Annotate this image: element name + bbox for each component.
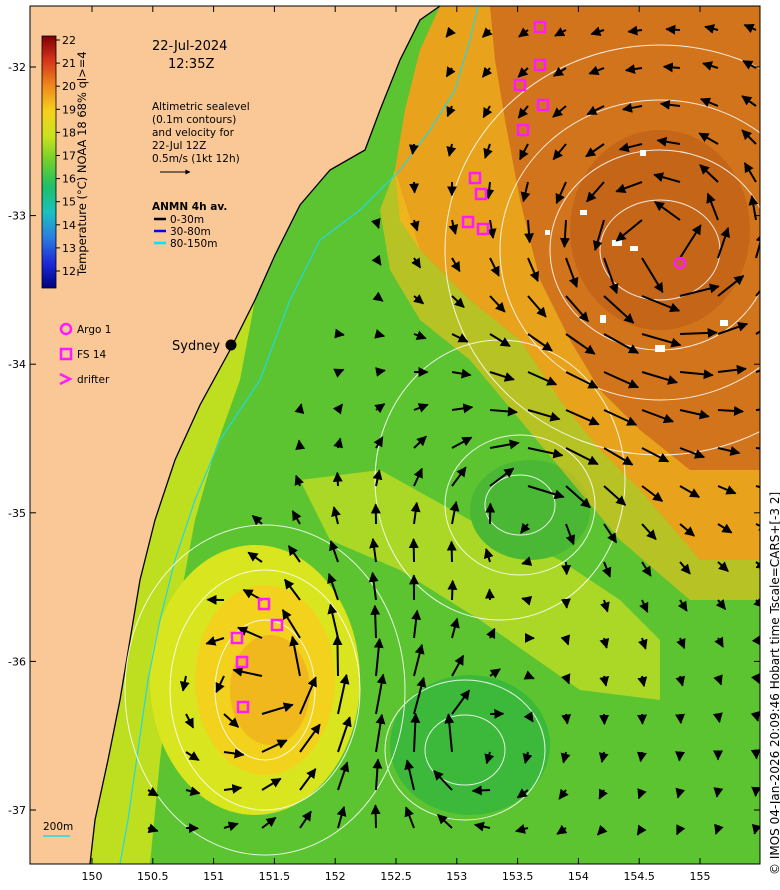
colorbar-label: Temperature (°C) NOAA 18 68% ql>=4 <box>75 51 89 277</box>
anmn-label-2: 80-150m <box>170 238 217 250</box>
velocity-arrow <box>750 749 760 760</box>
altimetry-note-2: (0.1m contours) <box>152 114 236 126</box>
velocity-arrow <box>636 751 647 763</box>
x-tick-label: 151 <box>203 870 224 883</box>
altimetry-note-1: Altimetric sealevel <box>152 101 250 113</box>
x-tick-label: 153.5 <box>502 870 534 883</box>
legend-argo: Argo 1 <box>77 324 111 336</box>
velocity-arrow <box>662 62 681 73</box>
sydney-label: Sydney <box>172 339 220 354</box>
velocity-arrow <box>332 635 343 677</box>
colorbar-tick-label: 12 <box>62 265 76 278</box>
x-tick-label: 154 <box>568 870 589 883</box>
altimetry-note-4: 22-Jul 12Z <box>152 140 206 152</box>
velocity-arrow <box>409 181 420 194</box>
velocity-arrow <box>637 713 648 725</box>
velocity-arrow <box>561 713 572 725</box>
y-tick-label: -32 <box>8 61 26 74</box>
sst-map: Sydney 22-Jul-2024 12:35Z Altimetric sea… <box>8 5 761 883</box>
velocity-arrow <box>679 327 718 338</box>
y-tick-label: -36 <box>8 655 26 668</box>
velocity-arrow <box>713 787 724 798</box>
y-tick-label: -33 <box>8 210 26 223</box>
colorbar-tick-label: 15 <box>62 196 76 209</box>
velocity-arrow <box>471 785 491 796</box>
velocity-arrow <box>294 403 305 415</box>
velocity-arrow <box>675 751 686 762</box>
altimetry-note-3: and velocity for <box>152 127 235 139</box>
x-tick-label: 152 <box>325 870 346 883</box>
y-tick-label: -35 <box>8 507 26 520</box>
y-tick-label: -37 <box>8 804 26 817</box>
date-label: 22-Jul-2024 <box>152 39 227 54</box>
credit-label: © IMOS 04-Jan-2026 20:09:46 Hobart time … <box>768 491 780 875</box>
colorbar-tick-label: 21 <box>62 57 76 70</box>
anmn-title: ANMN 4h av. <box>152 201 227 213</box>
velocity-arrow <box>370 804 381 829</box>
velocity-arrow <box>665 24 681 35</box>
colorbar-tick-label: 18 <box>62 126 76 139</box>
velocity-arrow <box>370 604 381 639</box>
y-tick-label: -34 <box>8 358 26 371</box>
velocity-arrow <box>561 561 572 576</box>
warm-eddy-core <box>230 635 310 745</box>
legend-fs14: FS 14 <box>77 349 107 361</box>
velocity-arrow <box>447 579 458 601</box>
sydney-marker <box>225 339 237 351</box>
colorbar-tick-label: 20 <box>62 80 76 93</box>
velocity-arrow <box>446 540 457 563</box>
map-plot-area: Sydney 22-Jul-2024 12:35Z Altimetric sea… <box>30 6 760 864</box>
velocity-arrow <box>484 588 495 601</box>
colorbar-tick-label: 17 <box>62 150 76 163</box>
anmn-label-0: 0-30m <box>170 214 204 226</box>
legend-drifter: drifter <box>77 374 110 386</box>
colorbar-tick-label: 22 <box>62 34 76 47</box>
time-label: 12:35Z <box>168 57 214 72</box>
x-tick-label: 150 <box>82 870 103 883</box>
x-tick-label: 154.5 <box>623 870 655 883</box>
colorbar-tick-label: 19 <box>62 103 76 116</box>
colorbar-tick-label: 13 <box>62 242 76 255</box>
altimetry-note-5: 0.5m/s (1kt 12h) <box>152 153 240 165</box>
anmn-label-1: 30-80m <box>170 226 211 238</box>
velocity-arrow <box>751 823 760 835</box>
colorbar <box>41 35 57 289</box>
x-tick-label: 151.5 <box>259 870 291 883</box>
velocity-arrow <box>675 713 685 725</box>
colorbar-tick-label: 14 <box>62 219 76 232</box>
velocity-arrow <box>332 471 343 487</box>
colorbar-tick-label: 16 <box>62 173 76 186</box>
isobath-legend-label: 200m <box>43 821 73 833</box>
x-tick-label: 155 <box>690 870 711 883</box>
velocity-arrow <box>334 328 345 339</box>
x-tick-label: 153 <box>446 870 467 883</box>
x-tick-label: 152.5 <box>380 870 412 883</box>
x-tick-label: 150.5 <box>137 870 169 883</box>
velocity-arrow <box>560 598 571 609</box>
velocity-arrow <box>295 439 306 451</box>
